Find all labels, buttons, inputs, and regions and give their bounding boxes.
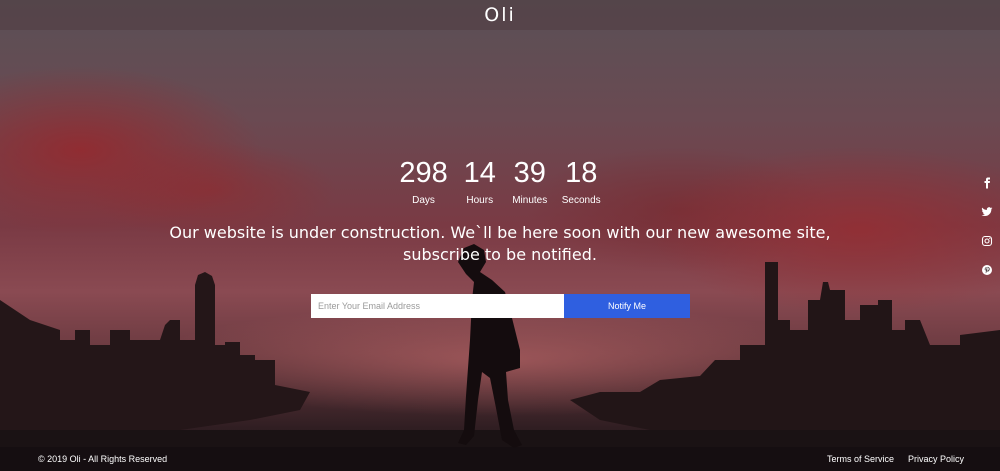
site-logo[interactable]: Oli xyxy=(484,4,516,26)
social-links xyxy=(974,176,1000,277)
site-header: Oli xyxy=(0,0,1000,30)
privacy-policy-link[interactable]: Privacy Policy xyxy=(908,454,964,464)
countdown-seconds: 18 Seconds xyxy=(562,156,601,206)
construction-message: Our website is under construction. We`ll… xyxy=(150,222,850,266)
countdown-label: Hours xyxy=(466,195,494,206)
countdown-label: Minutes xyxy=(512,195,548,206)
copyright-text: © 2019 Oli - All Rights Reserved xyxy=(38,454,168,464)
message-line-1: Our website is under construction. We`ll… xyxy=(169,223,831,242)
countdown-hours: 14 Hours xyxy=(462,156,498,206)
countdown-value: 298 xyxy=(399,157,448,189)
twitter-icon[interactable] xyxy=(980,205,994,219)
countdown-value: 39 xyxy=(513,157,546,189)
site-footer: © 2019 Oli - All Rights Reserved Terms o… xyxy=(0,447,1000,471)
countdown-minutes: 39 Minutes xyxy=(512,156,548,206)
countdown-label: Days xyxy=(412,195,435,206)
instagram-icon[interactable] xyxy=(980,234,994,248)
facebook-icon[interactable] xyxy=(980,176,994,190)
message-line-2: subscribe to be notified. xyxy=(403,245,597,264)
subscribe-form: Notify Me xyxy=(311,294,690,318)
footer-links: Terms of Service Privacy Policy xyxy=(827,454,964,464)
countdown-value: 18 xyxy=(565,157,598,189)
terms-of-service-link[interactable]: Terms of Service xyxy=(827,454,894,464)
countdown-value: 14 xyxy=(463,157,496,189)
countdown-timer: 298 Days 14 Hours 39 Minutes 18 Seconds xyxy=(0,156,1000,206)
email-input[interactable] xyxy=(311,294,564,318)
countdown-label: Seconds xyxy=(561,195,601,206)
pinterest-icon[interactable] xyxy=(980,263,994,277)
countdown-days: 298 Days xyxy=(399,156,447,206)
notify-me-button[interactable]: Notify Me xyxy=(564,294,690,318)
